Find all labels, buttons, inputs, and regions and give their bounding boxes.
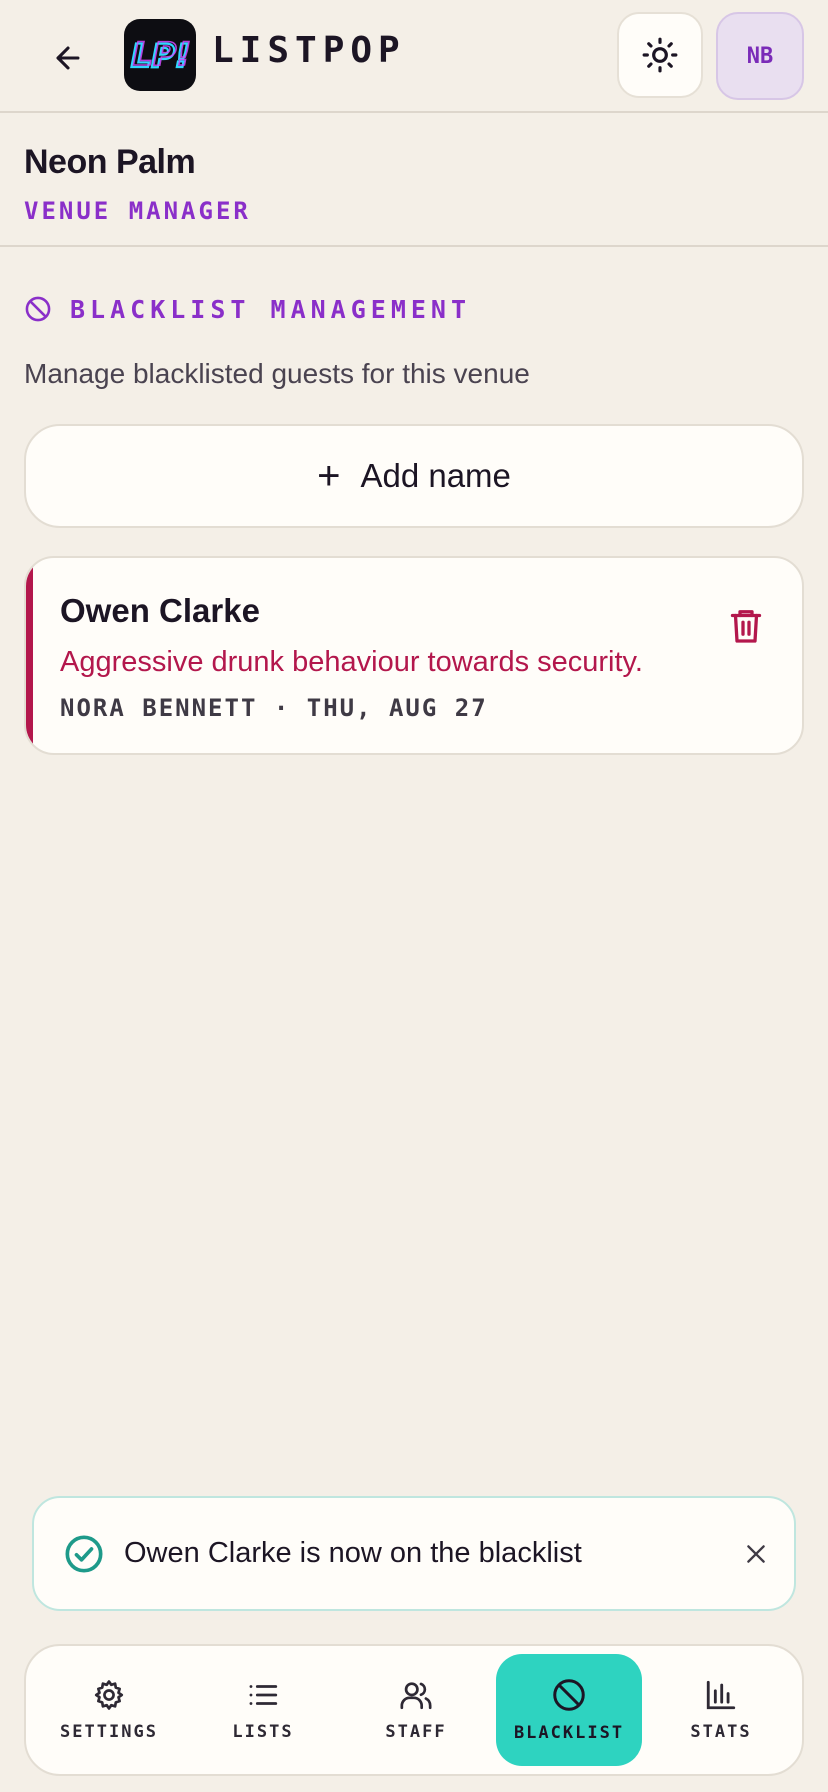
blacklist-entry: Owen Clarke Aggressive drunk behaviour t… [24, 556, 804, 755]
success-toast: Owen Clarke is now on the blacklist [32, 1496, 796, 1611]
add-name-button[interactable]: + Add name [24, 424, 804, 528]
toast-message: Owen Clarke is now on the blacklist [124, 1537, 582, 1569]
section-title: BLACKLIST MANAGEMENT [70, 294, 472, 324]
avatar[interactable]: NB [716, 12, 804, 100]
bar-chart-icon [706, 1680, 736, 1710]
danger-stripe [26, 558, 33, 753]
nav-label: BLACKLIST [513, 1723, 625, 1743]
venue-role: VENUE MANAGER [24, 197, 251, 225]
entry-reason: Aggressive drunk behaviour towards secur… [60, 646, 643, 678]
nav-label: STATS [690, 1722, 752, 1742]
svg-text:LP!: LP! [133, 35, 191, 73]
check-circle-icon [65, 1535, 103, 1573]
add-name-label: Add name [360, 457, 511, 494]
nav-label: STAFF [385, 1722, 447, 1742]
sun-icon [642, 37, 678, 73]
gear-icon [94, 1680, 124, 1710]
nav-item-stats[interactable]: STATS [648, 1654, 794, 1766]
section-header: BLACKLIST MANAGEMENT [24, 292, 471, 326]
list-icon [249, 1685, 278, 1705]
nav-item-blacklist[interactable]: BLACKLIST [496, 1654, 642, 1766]
bottom-nav: SETTINGS LISTS STAFF BLACKLIST STATS [24, 1644, 804, 1776]
back-button[interactable] [44, 34, 92, 82]
ban-icon [553, 1679, 585, 1711]
brand-name: LISTPOP [212, 30, 406, 71]
section-description: Manage blacklisted guests for this venue [24, 358, 530, 389]
delete-entry-button[interactable] [720, 600, 772, 652]
nav-item-staff[interactable]: STAFF [343, 1654, 489, 1766]
users-icon [400, 1682, 432, 1710]
entry-meta: NORA BENNETT · THU, AUG 27 [60, 694, 488, 722]
entry-name: Owen Clarke [60, 592, 260, 629]
toast-close-button[interactable] [734, 1532, 778, 1576]
venue-header: Neon Palm VENUE MANAGER [0, 113, 828, 247]
nav-item-settings[interactable]: SETTINGS [36, 1654, 182, 1766]
plus-icon: + [317, 454, 341, 498]
top-bar: LP! LP! LISTPOP NB [0, 0, 828, 113]
nav-label: SETTINGS [60, 1722, 158, 1742]
venue-name: Neon Palm [24, 143, 196, 181]
theme-toggle-button[interactable] [617, 12, 703, 98]
nav-label: LISTS [232, 1722, 294, 1742]
nav-item-lists[interactable]: LISTS [190, 1654, 336, 1766]
close-icon [747, 1545, 765, 1563]
trash-icon [730, 610, 762, 643]
arrow-left-icon [56, 46, 80, 70]
ban-icon [25, 296, 51, 322]
app-logo: LP! LP! [124, 19, 196, 91]
